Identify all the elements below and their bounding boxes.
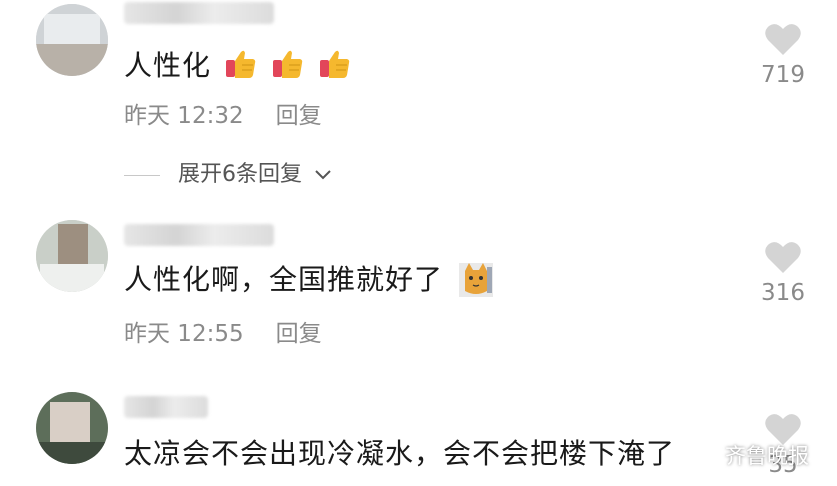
comment-text: 太凉会不会出现冷凝水，会不会把楼下淹了 [124,432,675,472]
comment-time: 昨天 12:55 [124,321,244,347]
wechat-icon [693,445,719,466]
heart-icon[interactable] [764,240,802,274]
cat-face-icon [453,263,493,297]
like-button[interactable]: 316 [759,240,807,306]
username-blurred[interactable] [124,396,208,418]
comment-text: 人性化啊，全国推就好了 [124,258,493,298]
comment-body: 人性化啊，全国推就好了 [124,263,444,296]
comment-body: 太凉会不会出现冷凝水，会不会把楼下淹了 [124,437,676,470]
comment-time: 昨天 12:32 [124,103,244,129]
like-button[interactable]: 719 [759,22,807,88]
heart-icon[interactable] [764,22,802,56]
comment-body: 人性化 [124,49,212,82]
watermark: 齐鲁晚报 [693,440,809,470]
like-count: 719 [761,62,805,88]
avatar[interactable] [36,392,108,464]
reply-button[interactable]: 回复 [276,321,322,347]
comment-meta: 昨天 12:32 回复 [124,96,322,130]
avatar[interactable] [36,220,108,292]
thumbs-up-icon [221,49,352,82]
comment-meta: 昨天 12:55 回复 [124,314,322,348]
expand-label: 展开6条回复 [178,162,302,187]
chevron-down-icon [315,170,331,180]
avatar[interactable] [36,4,108,76]
divider [124,174,160,176]
watermark-text: 齐鲁晚报 [725,444,809,468]
comment-text: 人性化 [124,44,352,84]
username-blurred[interactable] [124,2,274,24]
like-count: 316 [761,280,805,306]
username-blurred[interactable] [124,224,274,246]
reply-button[interactable]: 回复 [276,103,322,129]
expand-replies-button[interactable]: 展开6条回复 [124,156,333,188]
